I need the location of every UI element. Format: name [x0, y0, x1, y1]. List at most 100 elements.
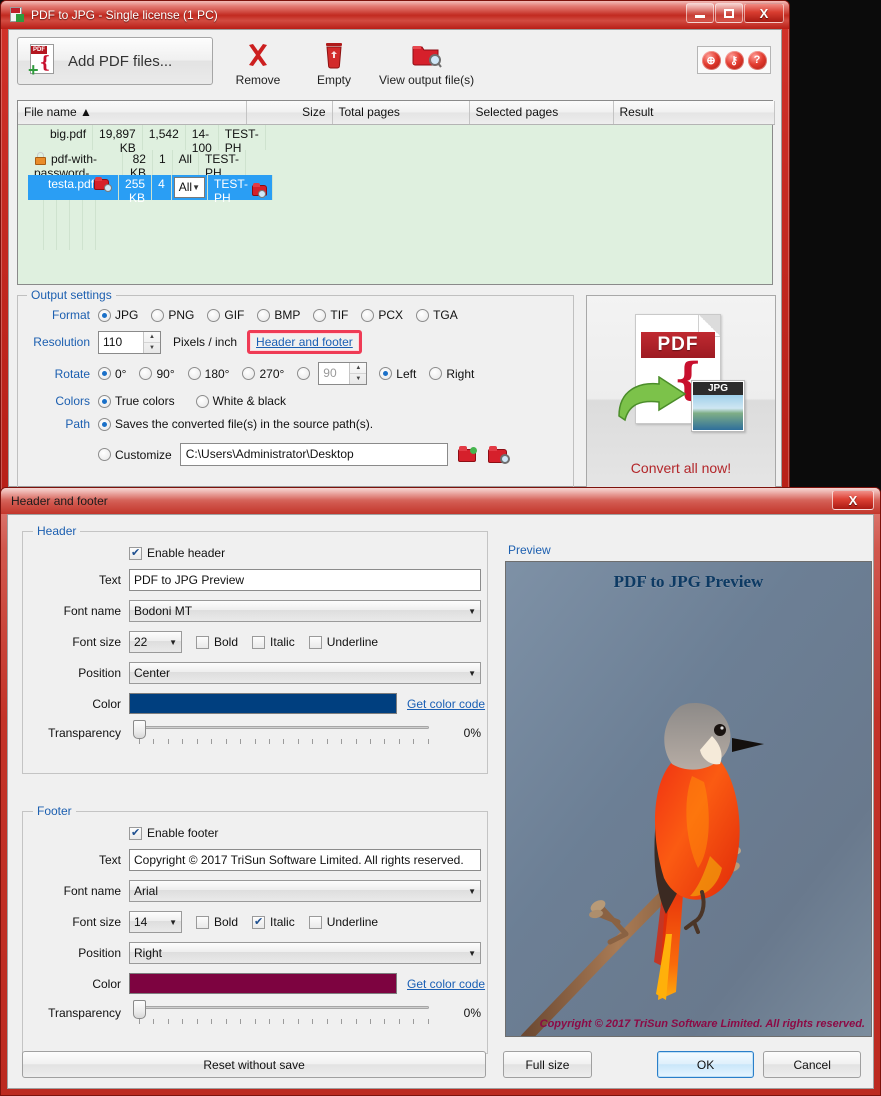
header-underline-checkbox[interactable]: Underline: [308, 635, 378, 649]
footer-text-row: Text Copyright © 2017 TriSun Software Li…: [23, 849, 487, 871]
header-text-input[interactable]: PDF to JPG Preview: [129, 569, 481, 591]
help-button[interactable]: ?: [746, 49, 768, 71]
footer-transparency-slider[interactable]: [129, 1000, 447, 1026]
dialog-close-button[interactable]: X: [832, 490, 874, 510]
footer-bold-checkbox[interactable]: Bold: [196, 915, 238, 929]
folder-search-icon[interactable]: [487, 445, 510, 464]
rotate-side-right[interactable]: Right: [429, 367, 474, 381]
rotate-option-180[interactable]: 180°: [187, 367, 229, 381]
cell-total-pages: 1,542: [143, 124, 186, 150]
header-transparency-slider[interactable]: [129, 720, 447, 746]
footer-text-input[interactable]: Copyright © 2017 TriSun Software Limited…: [129, 849, 481, 871]
header-get-color-code-link[interactable]: Get color code: [407, 697, 485, 711]
add-pdf-files-button[interactable]: PDF ❴ + Add PDF files...: [17, 37, 213, 85]
folder-add-icon[interactable]: [457, 446, 478, 463]
footer-font-name-label: Font name: [63, 884, 121, 898]
resolution-value[interactable]: 110: [99, 332, 143, 353]
convert-all-now-label[interactable]: Convert all now!: [587, 460, 775, 476]
slider-thumb[interactable]: [133, 1000, 146, 1019]
header-bold-checkbox[interactable]: Bold: [196, 635, 238, 649]
output-path-input[interactable]: C:\Users\Administrator\Desktop: [179, 443, 448, 466]
enable-footer-checkbox[interactable]: Enable footer: [129, 826, 218, 840]
format-option-jpg[interactable]: JPG: [98, 308, 138, 322]
col-result[interactable]: Result: [613, 101, 775, 125]
stepper-down-icon[interactable]: ▼: [350, 374, 366, 384]
col-total-pages[interactable]: Total pages: [332, 101, 470, 125]
rotate-custom-stepper[interactable]: 90 ▲ ▼: [318, 362, 368, 385]
col-file-name[interactable]: File name ▲: [18, 101, 247, 125]
rotate-option-90[interactable]: 90°: [139, 367, 175, 381]
website-button[interactable]: ⊕: [700, 49, 722, 71]
footer-position-dropdown[interactable]: Right ▼: [129, 942, 481, 964]
footer-color-swatch[interactable]: [129, 973, 397, 994]
slider-track[interactable]: [139, 1006, 429, 1009]
footer-italic-checkbox[interactable]: Italic: [252, 915, 295, 929]
format-option-pcx-label: PCX: [378, 308, 404, 322]
minimize-button[interactable]: [686, 3, 714, 23]
rotate-option-0[interactable]: 0°: [98, 367, 126, 381]
radio-dot-icon: [98, 308, 111, 322]
header-font-size-dropdown[interactable]: 22 ▼: [129, 631, 182, 653]
table-row[interactable]: pdf-with-password-123.pdf 82 KB 1 All TE…: [28, 149, 246, 194]
file-list[interactable]: File name ▲ Size Total pages Selected pa…: [17, 100, 775, 285]
reset-without-save-button[interactable]: Reset without save: [22, 1051, 487, 1078]
cell-selected-pages[interactable]: All: [173, 149, 199, 175]
table-row[interactable]: testa.pdf 255 KB 4 All ▼ TEST-PH: [28, 174, 274, 205]
footer-underline-checkbox[interactable]: Underline: [308, 915, 378, 929]
col-size[interactable]: Size: [246, 101, 333, 125]
header-font-name-dropdown[interactable]: Bodoni MT ▼: [129, 600, 481, 622]
stepper-up-icon[interactable]: ▲: [350, 363, 367, 374]
enable-header-checkbox[interactable]: Enable header: [129, 546, 225, 560]
row-result-folder-icon[interactable]: [252, 183, 268, 198]
table-row-empty: [28, 224, 246, 250]
format-option-tif[interactable]: TIF: [313, 308, 348, 322]
footer-font-name-dropdown[interactable]: Arial ▼: [129, 880, 481, 902]
cancel-button[interactable]: Cancel: [763, 1051, 861, 1078]
cell-selected-pages[interactable]: 14-100: [186, 124, 219, 155]
colors-option-bw[interactable]: White & black: [195, 394, 286, 408]
empty-button[interactable]: Empty: [303, 35, 365, 87]
slider-track[interactable]: [139, 726, 429, 729]
slider-thumb[interactable]: [133, 720, 146, 739]
footer-font-size-dropdown[interactable]: 14 ▼: [129, 911, 182, 933]
format-option-tga[interactable]: TGA: [416, 308, 458, 322]
main-title-bar[interactable]: PDF to JPG - Single license (1 PC) X: [1, 1, 789, 29]
rotate-stepper-buttons[interactable]: ▲ ▼: [349, 363, 367, 384]
remove-button[interactable]: Remove: [227, 35, 289, 87]
ok-button[interactable]: OK: [656, 1051, 755, 1078]
format-option-png[interactable]: PNG: [151, 308, 194, 322]
register-button[interactable]: ⚷: [723, 49, 745, 71]
cell-file-name: pdf-with-password-123.pdf: [28, 149, 124, 194]
rotate-option-270[interactable]: 270°: [242, 367, 284, 381]
footer-get-color-code-link[interactable]: Get color code: [407, 977, 485, 991]
format-option-gif[interactable]: GIF: [207, 308, 244, 322]
resolution-stepper-buttons[interactable]: ▲ ▼: [143, 331, 160, 353]
resolution-stepper[interactable]: 110 ▲ ▼: [98, 330, 161, 354]
rotate-side-left[interactable]: Left: [379, 367, 416, 381]
convert-panel[interactable]: PDF ❴ JPG Convert all now!: [586, 295, 776, 502]
selected-pages-dropdown[interactable]: All ▼: [173, 176, 206, 198]
rotate-option-custom[interactable]: [297, 367, 314, 380]
header-italic-checkbox[interactable]: Italic: [252, 635, 295, 649]
colors-option-true[interactable]: True colors: [98, 394, 175, 408]
stepper-down-icon[interactable]: ▼: [144, 343, 160, 353]
header-and-footer-link[interactable]: Header and footer: [256, 335, 353, 349]
format-option-bmp[interactable]: BMP: [257, 308, 300, 322]
maximize-button[interactable]: [715, 3, 743, 23]
header-color-swatch[interactable]: [129, 693, 397, 714]
format-option-pcx[interactable]: PCX: [361, 308, 403, 322]
close-button[interactable]: X: [744, 3, 784, 23]
col-selected-pages[interactable]: Selected pages: [469, 101, 614, 125]
header-position-dropdown[interactable]: Center ▼: [129, 662, 481, 684]
rotate-custom-value[interactable]: 90: [319, 363, 349, 384]
stepper-up-icon[interactable]: ▲: [144, 332, 160, 343]
row-folder-search-icon[interactable]: [94, 176, 113, 192]
path-option-source[interactable]: Saves the converted file(s) in the sourc…: [98, 417, 373, 431]
cell-selected-pages[interactable]: All ▼: [171, 174, 209, 200]
full-size-button[interactable]: Full size: [503, 1051, 592, 1078]
view-output-files-button[interactable]: View output file(s): [379, 35, 474, 87]
table-row[interactable]: big.pdf 19,897 KB 1,542 14-100 TEST-PH: [28, 124, 266, 155]
path-option-customize[interactable]: Customize: [98, 448, 172, 462]
slider-ticks: [139, 1019, 429, 1025]
dialog-title-bar[interactable]: Header and footer X: [1, 488, 880, 514]
